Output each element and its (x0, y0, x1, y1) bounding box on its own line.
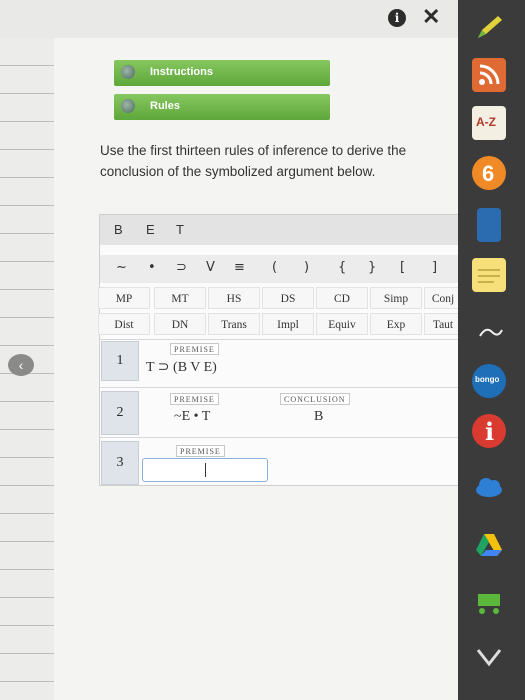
close-icon[interactable]: ✕ (422, 4, 440, 30)
top-bar: i ✕ (0, 0, 458, 38)
symbol-rbrace-button[interactable]: } (368, 260, 376, 275)
symbol-toolbar: ~ • ⊃ V ≡ ( ) { } [ ] (100, 255, 460, 283)
symbol-triplebar-button[interactable]: ≡ (234, 260, 245, 275)
rule-taut-button[interactable]: Taut (424, 313, 462, 335)
rule-exp-button[interactable]: Exp (370, 313, 422, 335)
rss-icon[interactable] (472, 58, 506, 92)
rule-hs-button[interactable]: HS (208, 287, 260, 309)
premise-tag: PREMISE (170, 393, 219, 405)
text-caret (205, 463, 206, 477)
info-dock-icon[interactable]: i (472, 414, 506, 448)
rules-button[interactable]: Rules (114, 94, 330, 120)
hand-gesture-icon[interactable] (472, 316, 506, 350)
instructions-button[interactable]: Instructions (114, 60, 330, 86)
symbol-wedge-button[interactable]: V (206, 260, 215, 275)
rule-cd-button[interactable]: CD (316, 287, 368, 309)
line-number: 1 (101, 341, 139, 381)
premise-tag: PREMISE (176, 445, 225, 457)
rule-ds-button[interactable]: DS (262, 287, 314, 309)
format-bold-button[interactable]: B (114, 222, 123, 237)
rules-label: Rules (150, 100, 180, 112)
divider (100, 437, 460, 438)
instruction-text: Use the first thirteen rules of inferenc… (100, 143, 407, 179)
line-number: 2 (101, 391, 139, 435)
line-number: 3 (101, 441, 139, 485)
symbol-dot-button[interactable]: • (148, 260, 156, 275)
back-arrow-icon[interactable]: ‹ (8, 354, 34, 376)
rule-impl-button[interactable]: Impl (262, 313, 314, 335)
format-t-button[interactable]: T (176, 222, 184, 237)
left-background-sheet: ‹ (0, 38, 54, 700)
premise-formula[interactable]: ~E • T (174, 409, 210, 425)
expand-dot-icon (121, 99, 135, 113)
rule-simp-button[interactable]: Simp (370, 287, 422, 309)
cart-icon[interactable] (472, 584, 506, 618)
conclusion-formula: B (314, 409, 324, 424)
symbol-lbracket-button[interactable]: [ (400, 260, 405, 275)
a-z-icon[interactable]: A-Z (472, 106, 506, 140)
symbol-rbracket-button[interactable]: ] (432, 260, 437, 275)
info-icon[interactable]: i (388, 9, 406, 27)
conclusion-tag: CONCLUSION (280, 393, 350, 405)
cloud-icon[interactable] (472, 470, 506, 504)
symbol-tilde-button[interactable]: ~ (116, 260, 127, 275)
premise-tag: PREMISE (170, 343, 219, 355)
rule-mt-button[interactable]: MT (154, 287, 206, 309)
book-icon[interactable] (477, 208, 501, 242)
app-dock: A-Z 6 bongo i (458, 0, 525, 700)
premise-formula[interactable]: T ⊃ (B V E) (146, 359, 217, 376)
symbol-lparen-button[interactable]: ( (272, 260, 277, 275)
rule-dist-button[interactable]: Dist (98, 313, 150, 335)
divider (100, 339, 460, 340)
pencil-icon[interactable] (472, 10, 506, 44)
rule-mp-button[interactable]: MP (98, 287, 150, 309)
format-e-button[interactable]: E (146, 222, 155, 237)
symbol-rparen-button[interactable]: ) (304, 260, 309, 275)
divider (100, 387, 460, 388)
proof-editor: B E T ~ • ⊃ V ≡ ( ) { } [ ] MP MT HS DS … (98, 214, 462, 486)
google-drive-icon[interactable] (472, 528, 506, 562)
rule-conj-button[interactable]: Conj (424, 287, 462, 309)
six-icon[interactable]: 6 (472, 156, 506, 190)
bongo-icon[interactable]: bongo (472, 364, 506, 398)
rule-equiv-button[interactable]: Equiv (316, 313, 368, 335)
symbol-horseshoe-button[interactable]: ⊃ (176, 260, 187, 275)
symbol-lbrace-button[interactable]: { (338, 260, 346, 275)
chevron-icon[interactable] (472, 640, 506, 674)
rule-trans-button[interactable]: Trans (208, 313, 260, 335)
notepad-icon[interactable] (472, 258, 506, 292)
rule-dn-button[interactable]: DN (154, 313, 206, 335)
expand-dot-icon (121, 65, 135, 79)
formula-input[interactable] (142, 458, 268, 482)
instructions-label: Instructions (150, 66, 213, 78)
format-toolbar: B E T (100, 215, 460, 245)
